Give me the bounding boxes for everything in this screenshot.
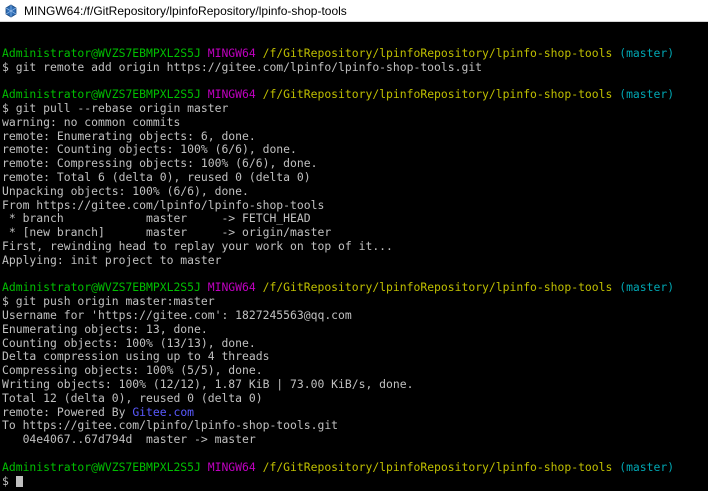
- terminal-line: remote: Powered By Gitee.com: [2, 404, 674, 420]
- terminal-line: Unpacking objects: 100% (6/6), done.: [2, 183, 674, 199]
- terminal-text-segment: (master): [619, 45, 675, 60]
- terminal-line: * branch master -> FETCH_HEAD: [2, 211, 674, 226]
- terminal-output[interactable]: Administrator@WVZS7EBMPXL2S5J MINGW64 /f…: [0, 22, 708, 491]
- terminal-line: remote: Counting objects: 100% (6/6), do…: [2, 142, 674, 157]
- mingw-app-icon[interactable]: [4, 4, 18, 18]
- terminal-line: Administrator@WVZS7EBMPXL2S5J MINGW64 /f…: [2, 45, 675, 61]
- terminal-text-segment: Applying: init project to master: [2, 252, 222, 267]
- terminal-text-segment: Unpacking objects: 100% (6/6), done.: [2, 183, 249, 198]
- terminal-line: $ git remote add origin https://gitee.co…: [2, 59, 674, 75]
- terminal-line: 04e4067..67d794d master -> master: [2, 432, 674, 447]
- terminal-text-segment: MINGW64: [207, 87, 256, 102]
- terminal-text-segment: warning: no common commits: [2, 114, 181, 129]
- terminal-text-segment: Gitee.com: [132, 404, 195, 419]
- terminal-line: Total 12 (delta 0), reused 0 (delta 0): [2, 390, 674, 406]
- terminal-text-segment: To https://gitee.com/lpinfo/lpinfo-shop-…: [2, 418, 339, 433]
- terminal-text-segment: Compressing objects: 100% (5/5), done.: [2, 363, 263, 378]
- terminal-cursor: [15, 475, 23, 487]
- terminal-text-segment: $: [2, 473, 16, 488]
- terminal-text-segment: (master): [619, 87, 675, 102]
- terminal-text-segment: /f/GitRepository/lpinfoRepository/lpinfo…: [262, 87, 613, 102]
- terminal-text-segment: $ git remote add origin https://gitee.co…: [2, 59, 483, 74]
- terminal-text-segment: Administrator@WVZS7EBMPXL2S5J: [2, 280, 201, 295]
- terminal-line: * [new branch] master -> origin/master: [2, 225, 674, 240]
- terminal-line: Applying: init project to master: [2, 252, 674, 268]
- terminal-line: Administrator@WVZS7EBMPXL2S5J MINGW64 /f…: [2, 87, 675, 102]
- terminal-text-segment: remote: Counting objects: 100% (6/6), do…: [2, 142, 297, 157]
- terminal-text-segment: MINGW64: [207, 45, 256, 60]
- terminal-text-segment: Counting objects: 100% (13/13), done.: [2, 335, 256, 350]
- terminal-text-segment: remote: Powered By: [2, 404, 133, 419]
- terminal-line: To https://gitee.com/lpinfo/lpinfo-shop-…: [2, 418, 674, 433]
- terminal-text-segment: * [new branch] master -> origin/master: [2, 225, 332, 240]
- terminal-text-segment: 04e4067..67d794d master -> master: [2, 432, 256, 447]
- terminal-text-segment: Administrator@WVZS7EBMPXL2S5J: [2, 459, 201, 474]
- terminal-line: Compressing objects: 100% (5/5), done.: [2, 363, 674, 378]
- terminal-line: remote: Total 6 (delta 0), reused 0 (del…: [2, 169, 674, 185]
- terminal-text-segment: MINGW64: [207, 280, 256, 295]
- terminal-text-segment: remote: Enumerating objects: 6, done.: [2, 128, 256, 143]
- terminal-text-segment: * branch master -> FETCH_HEAD: [2, 211, 311, 226]
- terminal-line: remote: Compressing objects: 100% (6/6),…: [2, 156, 674, 171]
- terminal-text-segment: (master): [619, 280, 675, 295]
- terminal-line: Username for 'https://gitee.com': 182724…: [2, 307, 674, 323]
- window-title: MINGW64:/f/GitRepository/lpinfoRepositor…: [24, 3, 347, 18]
- terminal-text-segment: MINGW64: [207, 459, 256, 474]
- terminal-text-segment: $ git pull --rebase origin master: [2, 100, 229, 115]
- terminal-text-segment: /f/GitRepository/lpinfoRepository/lpinfo…: [262, 45, 613, 60]
- terminal-line: Enumerating objects: 13, done.: [2, 321, 674, 337]
- terminal-text-segment: $ git push origin master:master: [2, 294, 215, 309]
- terminal-text-segment: Username for 'https://gitee.com': 182724…: [2, 307, 352, 322]
- terminal-text-segment: remote: Total 6 (delta 0), reused 0 (del…: [2, 169, 311, 184]
- terminal-text-segment: Total 12 (delta 0), reused 0 (delta 0): [2, 390, 263, 405]
- terminal-text-segment: Delta compression using up to 4 threads: [2, 349, 270, 364]
- terminal-text-segment: Administrator@WVZS7EBMPXL2S5J: [2, 45, 201, 60]
- terminal-line: Writing objects: 100% (12/12), 1.87 KiB …: [2, 376, 674, 392]
- terminal-line: $ git pull --rebase origin master: [2, 100, 674, 116]
- terminal-line: Counting objects: 100% (13/13), done.: [2, 335, 674, 351]
- terminal-line: $: [2, 473, 674, 489]
- terminal-text-segment: /f/GitRepository/lpinfoRepository/lpinfo…: [262, 280, 613, 295]
- terminal-line: Administrator@WVZS7EBMPXL2S5J MINGW64 /f…: [2, 459, 675, 475]
- terminal-line: remote: Enumerating objects: 6, done.: [2, 128, 674, 144]
- terminal-line: Delta compression using up to 4 threads: [2, 349, 674, 364]
- terminal-text-segment: /f/GitRepository/lpinfoRepository/lpinfo…: [262, 459, 613, 474]
- terminal-line: $ git push origin master:master: [2, 294, 674, 309]
- window-titlebar[interactable]: MINGW64:/f/GitRepository/lpinfoRepositor…: [0, 0, 708, 22]
- terminal-text-segment: (master): [619, 459, 675, 474]
- terminal-text-segment: From https://gitee.com/lpinfo/lpinfo-sho…: [2, 197, 325, 212]
- terminal-text-segment: remote: Compressing objects: 100% (6/6),…: [2, 156, 318, 171]
- terminal-line: warning: no common commits: [2, 114, 674, 130]
- terminal-line: From https://gitee.com/lpinfo/lpinfo-sho…: [2, 197, 674, 213]
- terminal-line: Administrator@WVZS7EBMPXL2S5J MINGW64 /f…: [2, 280, 675, 295]
- terminal-text-segment: Writing objects: 100% (12/12), 1.87 KiB …: [2, 376, 414, 391]
- terminal-text-segment: First, rewinding head to replay your wor…: [2, 238, 393, 253]
- terminal-lines: Administrator@WVZS7EBMPXL2S5J MINGW64 /f…: [2, 33, 674, 488]
- terminal-line: First, rewinding head to replay your wor…: [2, 238, 674, 254]
- terminal-text-segment: Administrator@WVZS7EBMPXL2S5J: [2, 87, 201, 102]
- terminal-text-segment: Enumerating objects: 13, done.: [2, 321, 208, 336]
